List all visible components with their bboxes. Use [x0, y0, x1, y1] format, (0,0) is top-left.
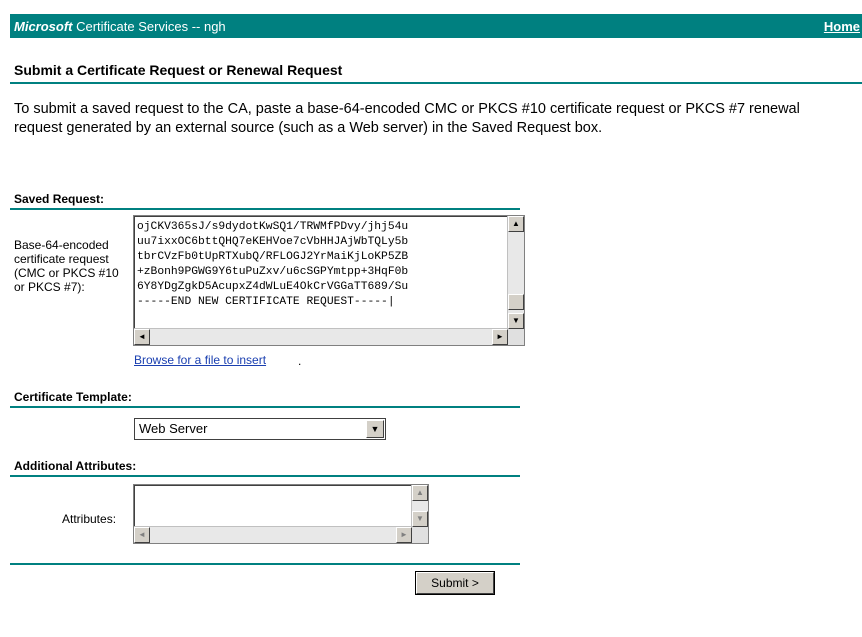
saved-request-hscroll[interactable]: ◄ ►: [134, 328, 508, 345]
additional-attributes-heading: Additional Attributes:: [14, 459, 137, 473]
attributes-hscroll[interactable]: ◄ ►: [134, 526, 412, 543]
scroll-left-icon[interactable]: ◄: [134, 329, 150, 345]
scroll-down-icon[interactable]: ▼: [412, 511, 428, 527]
brand-name: Microsoft: [14, 19, 73, 34]
certificate-template-heading: Certificate Template:: [14, 390, 132, 404]
saved-request-divider: [10, 208, 520, 210]
scroll-up-icon[interactable]: ▲: [412, 485, 428, 501]
scroll-up-icon[interactable]: ▲: [508, 216, 524, 232]
app-title: Microsoft Certificate Services -- ngh: [14, 19, 226, 34]
browse-link-period: .: [298, 354, 302, 368]
scroll-corner: [508, 329, 524, 345]
header-bar: Microsoft Certificate Services -- ngh Ho…: [10, 14, 862, 38]
additional-attributes-divider: [10, 475, 520, 477]
certificate-template-divider: [10, 406, 520, 408]
saved-request-text: ojCKV365sJ/s9dydotKwSQ1/TRWMfPDvy/jhj54u…: [137, 221, 409, 308]
certificate-template-value: Web Server: [139, 421, 208, 436]
home-link[interactable]: Home: [824, 19, 860, 34]
scroll-right-icon[interactable]: ►: [396, 527, 412, 543]
footer-divider: [10, 563, 520, 565]
scroll-corner: [412, 527, 428, 543]
certificate-template-select[interactable]: Web Server ▼: [134, 418, 386, 440]
title-divider: [10, 82, 862, 84]
scroll-thumb[interactable]: [508, 294, 524, 310]
saved-request-label: Base-64-encoded certificate request (CMC…: [14, 238, 119, 294]
submit-button[interactable]: Submit >: [416, 572, 494, 594]
saved-request-vscroll[interactable]: ▲ ▼: [507, 216, 524, 329]
attributes-vscroll[interactable]: ▲ ▼: [411, 485, 428, 527]
scroll-right-icon[interactable]: ►: [492, 329, 508, 345]
scroll-down-icon[interactable]: ▼: [508, 313, 524, 329]
saved-request-heading: Saved Request:: [14, 192, 105, 206]
saved-request-textarea[interactable]: ojCKV365sJ/s9dydotKwSQ1/TRWMfPDvy/jhj54u…: [133, 215, 525, 346]
attributes-label: Attributes:: [62, 512, 117, 526]
scroll-left-icon[interactable]: ◄: [134, 527, 150, 543]
intro-text: To submit a saved request to the CA, pas…: [14, 101, 800, 136]
attributes-textarea[interactable]: ▲ ▼ ◄ ►: [133, 484, 429, 544]
chevron-down-icon[interactable]: ▼: [366, 420, 384, 438]
page-title: Submit a Certificate Request or Renewal …: [14, 62, 343, 78]
app-subtitle: Certificate Services -- ngh: [72, 19, 226, 34]
browse-file-link[interactable]: Browse for a file to insert: [134, 353, 266, 367]
